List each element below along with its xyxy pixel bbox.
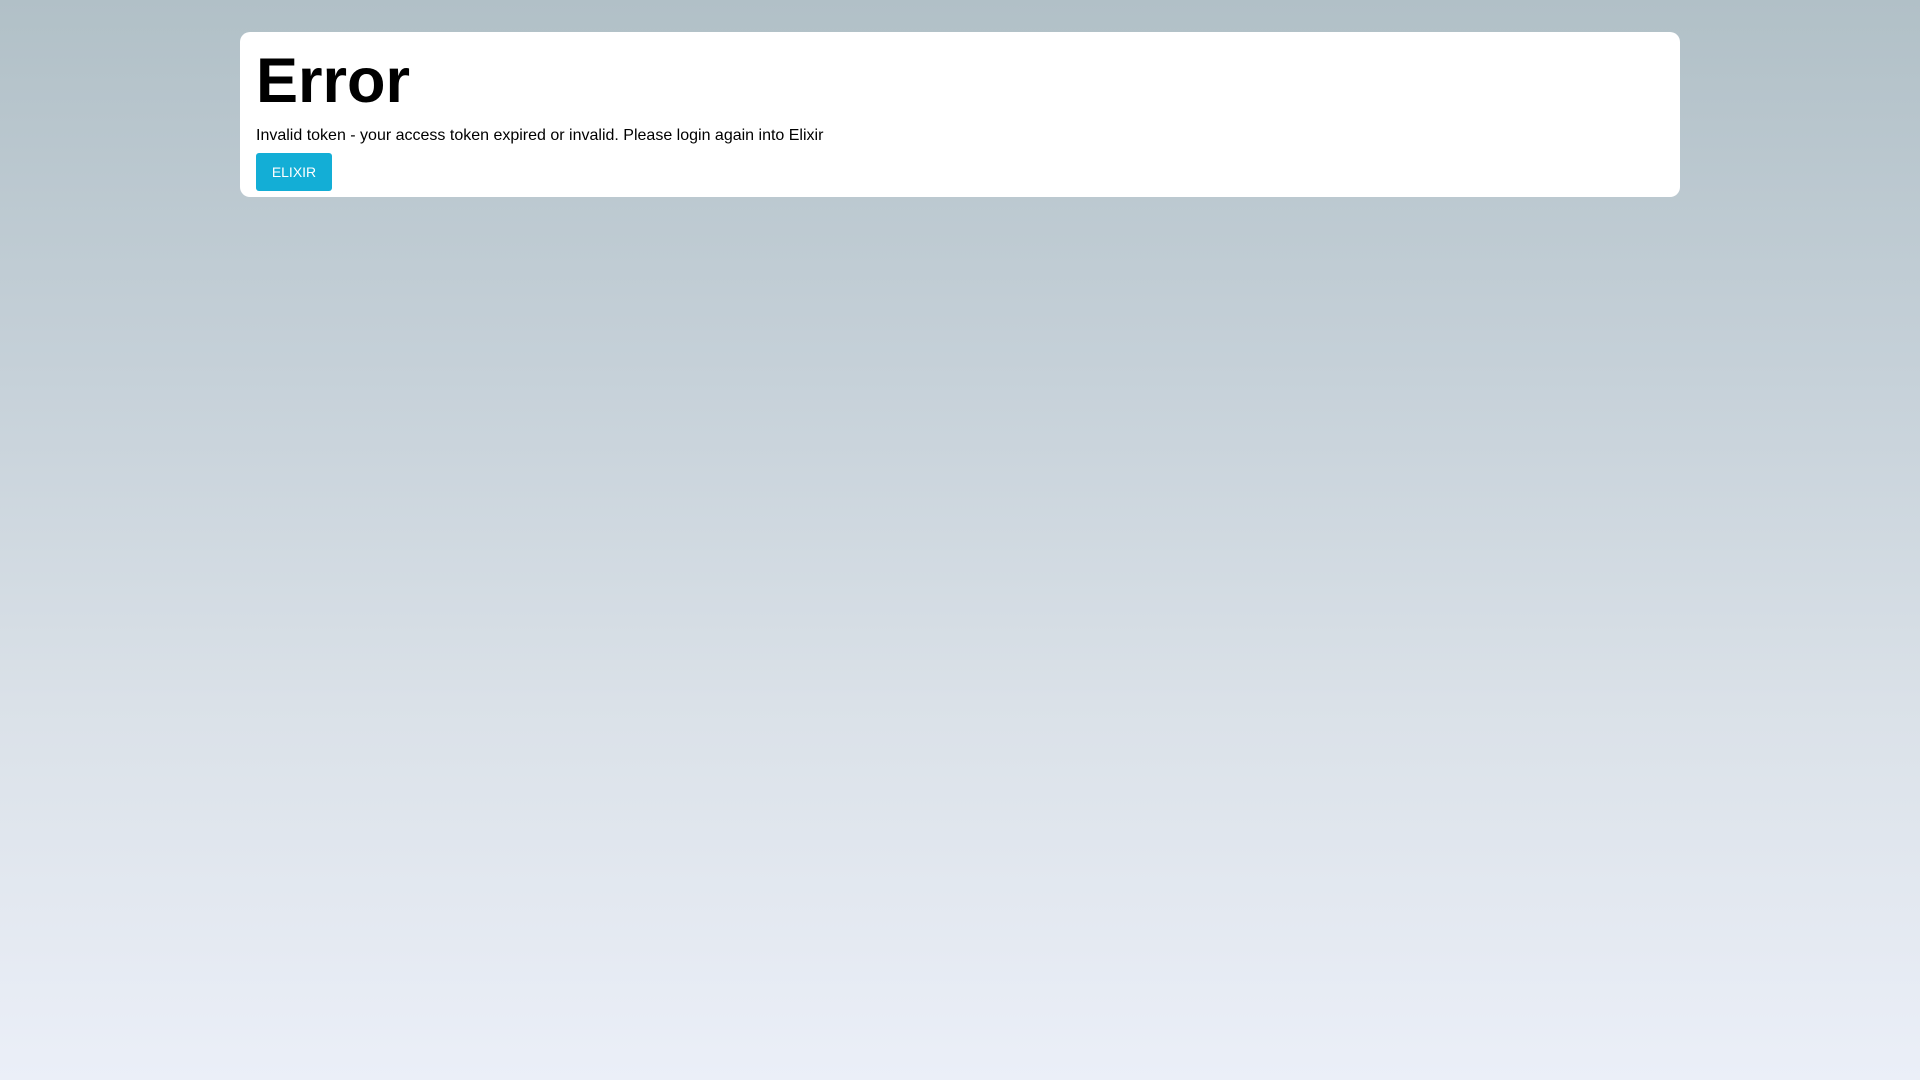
elixir-login-button[interactable]: ELIXIR <box>256 153 332 191</box>
error-title: Error <box>256 46 411 116</box>
error-message: Invalid token - your access token expire… <box>256 127 824 144</box>
error-card: Error Invalid token - your access token … <box>240 32 1680 197</box>
page-background: { "error": { "title": "Error", "message"… <box>0 0 1920 1080</box>
